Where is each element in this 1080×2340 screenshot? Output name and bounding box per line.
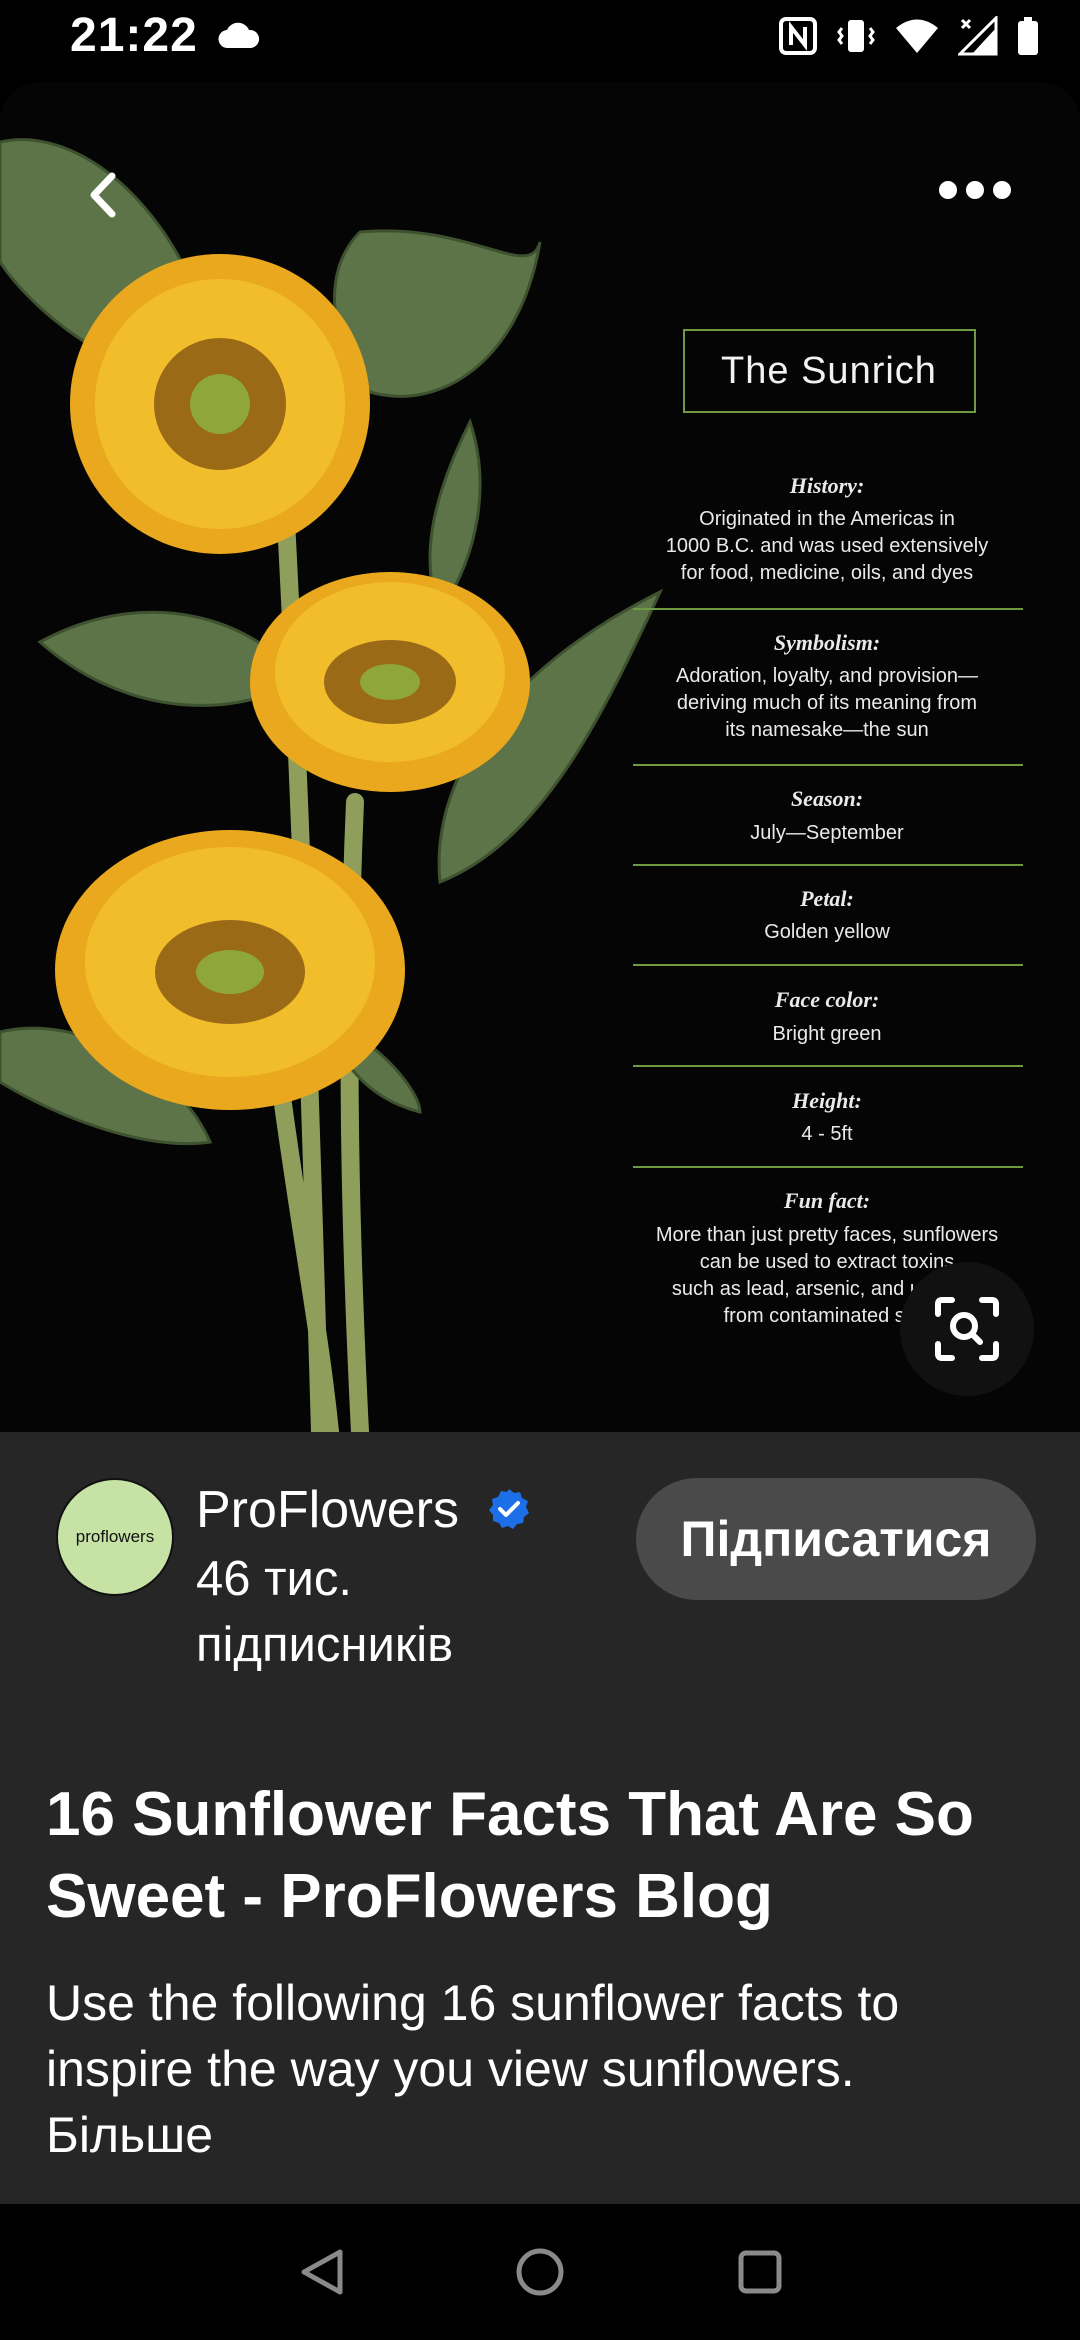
fact-line: More than just pretty faces, sunflowers [656,1224,998,1246]
chevron-left-icon [90,172,116,218]
square-recents-icon [738,2250,782,2294]
pin-image[interactable]: The Sunrich History: Originated in the A… [0,82,1080,1432]
followers-count: 46 тис. підписників [196,1552,454,1672]
status-time: 21:22 [70,9,198,62]
fact-line: Bright green [773,1023,882,1045]
nfc-icon [779,17,817,55]
fact-label-history: History: [789,473,865,498]
fact-label-symbolism: Symbolism: [774,630,880,655]
profile-name[interactable]: ProFlowers [196,1480,459,1540]
circle-home-icon [516,2248,564,2296]
cloud-icon [218,22,260,49]
fact-label-height: Height: [791,1088,862,1113]
nav-recents-button[interactable] [690,2204,830,2340]
sunflower-3 [55,830,405,1110]
pin-description-text: Use the following 16 sunflower facts to … [46,1975,900,2097]
nav-home-button[interactable] [470,2204,610,2340]
back-button[interactable] [70,160,140,230]
fact-line: Originated in the Americas in [699,508,955,530]
pin-title: 16 Sunflower Facts That Are So Sweet - P… [46,1780,974,1931]
more-options-button[interactable] [930,160,1020,220]
fact-line: can be used to extract toxins [700,1251,955,1273]
infographic-title: The Sunrich [721,350,937,392]
fact-label-season: Season: [791,786,863,811]
nav-back-button[interactable] [252,2204,392,2340]
pin-description: Use the following 16 sunflower facts to … [46,1970,1056,2168]
fact-line: its namesake—the sun [725,719,928,741]
vibrate-icon [837,20,875,52]
status-bar: 21:22 [0,0,1080,80]
fact-line: July—September [750,822,904,844]
visual-search-button[interactable] [900,1262,1034,1396]
lens-search-icon [935,1297,999,1361]
fact-line: Golden yellow [764,921,890,943]
fact-label-fun-fact: Fun fact: [783,1188,870,1213]
wifi-icon [896,19,938,53]
fact-line: 1000 B.C. and was used extensively [666,535,988,557]
avatar-text: proflowers [75,1527,155,1546]
more-link[interactable]: Більше [46,2107,213,2163]
battery-icon [1018,17,1038,55]
fact-label-face-color: Face color: [774,987,879,1012]
avatar[interactable]: proflowers [56,1478,174,1596]
triangle-back-icon [301,2249,343,2295]
fact-line: deriving much of its meaning from [677,692,977,714]
more-dots-icon [939,181,1011,199]
verified-badge-icon [489,1489,529,1529]
sunflower-2 [250,572,530,792]
fact-line: Adoration, loyalty, and provision— [676,665,978,687]
fact-line: 4 - 5ft [801,1123,853,1145]
signal-icon [958,16,998,56]
fact-label-petal: Petal: [799,886,854,911]
follow-button[interactable]: Підписатися [636,1478,1036,1600]
sunflower-infographic: The Sunrich History: Originated in the A… [0,82,1080,1432]
sunflower-1 [70,254,370,554]
system-nav-bar [0,2204,1080,2340]
fact-line: for food, medicine, oils, and dyes [681,562,973,584]
